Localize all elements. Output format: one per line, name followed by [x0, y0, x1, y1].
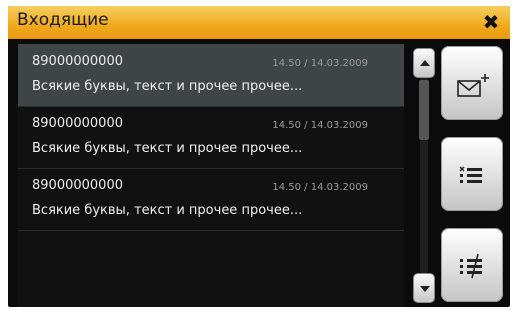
message-row[interactable]: 89000000000 14.50 / 14.03.2009 Всякие бу…	[18, 44, 404, 107]
arrow-down-icon	[420, 286, 430, 292]
message-sender: 89000000000	[32, 54, 123, 69]
scroll-down-button[interactable]	[413, 273, 435, 303]
message-timestamp: 14.50 / 14.03.2009	[272, 120, 368, 131]
delete-all-button[interactable]	[441, 228, 503, 302]
message-preview: Всякие буквы, текст и прочее прочее...	[32, 79, 303, 94]
list-scrollbar[interactable]	[413, 48, 435, 303]
title-bar: Входящие ✖	[8, 6, 510, 39]
message-sender: 89000000000	[32, 178, 123, 193]
message-list: 89000000000 14.50 / 14.03.2009 Всякие бу…	[18, 44, 404, 307]
scroll-up-button[interactable]	[413, 48, 435, 78]
new-message-button[interactable]	[441, 46, 503, 120]
message-preview: Всякие буквы, текст и прочее прочее...	[32, 141, 303, 156]
envelope-plus-icon	[457, 74, 489, 97]
close-icon[interactable]: ✖	[480, 11, 502, 33]
message-timestamp: 14.50 / 14.03.2009	[272, 58, 368, 69]
arrow-up-icon	[420, 60, 430, 66]
message-sender: 89000000000	[32, 116, 123, 131]
list-strike-icon	[460, 253, 482, 279]
scroll-thumb[interactable]	[419, 80, 429, 140]
list-x-icon	[459, 166, 482, 183]
message-row[interactable]: 89000000000 14.50 / 14.03.2009 Всякие бу…	[18, 106, 404, 169]
message-row[interactable]: 89000000000 14.50 / 14.03.2009 Всякие бу…	[18, 168, 404, 231]
message-timestamp: 14.50 / 14.03.2009	[272, 182, 368, 193]
inbox-window: Входящие ✖ 89000000000 14.50 / 14.03.200…	[8, 6, 510, 307]
delete-selected-button[interactable]	[441, 137, 503, 211]
window-title: Входящие	[17, 10, 109, 30]
message-preview: Всякие буквы, текст и прочее прочее...	[32, 203, 303, 218]
